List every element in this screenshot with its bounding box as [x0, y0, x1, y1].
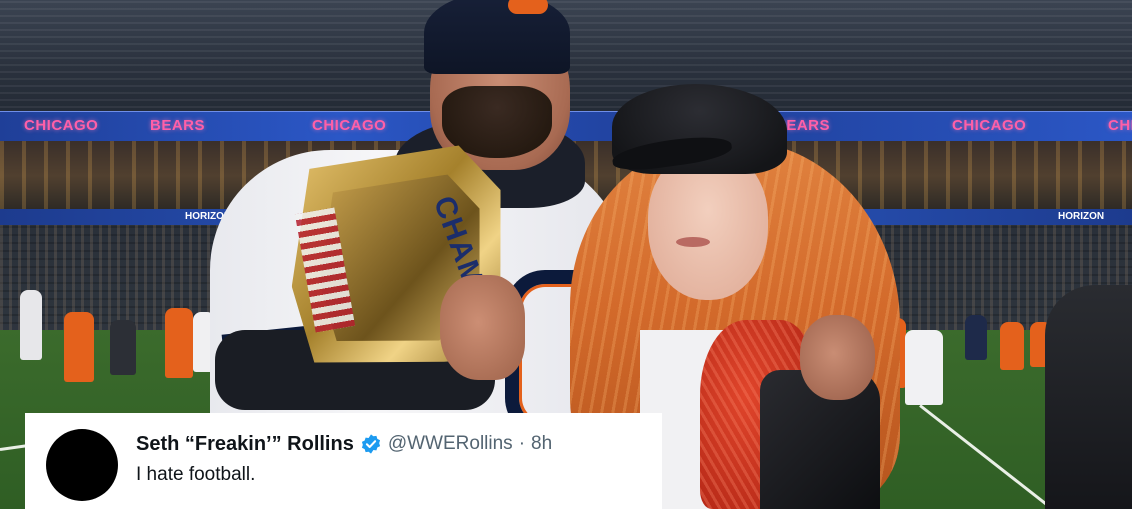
lips: [676, 237, 710, 247]
banner-text: CHICAGO: [24, 117, 99, 134]
tweet-card[interactable]: [25, 413, 662, 509]
verified-badge-icon: [361, 434, 380, 454]
handle[interactable]: @WWERollins: [388, 433, 513, 455]
tweet-header: Seth “Freakin’” Rollins @WWERollins · 8h: [136, 432, 552, 456]
tweet-text: I hate football.: [136, 464, 256, 485]
banner-text: CHICAGO: [1108, 117, 1132, 134]
background-player: [1000, 322, 1024, 370]
hand-on-shoulder: [800, 315, 875, 400]
background-player: [20, 290, 42, 360]
banner-text: CHICAGO: [312, 117, 387, 134]
ribbon-text: HORIZON: [1058, 211, 1105, 222]
beanie: [424, 0, 570, 74]
background-player: [110, 320, 136, 375]
timestamp[interactable]: 8h: [531, 433, 552, 455]
display-name[interactable]: Seth “Freakin’” Rollins: [136, 433, 354, 456]
bears-logo-icon: [508, 0, 548, 14]
person-at-edge: [1045, 285, 1132, 509]
background-player: [905, 330, 943, 405]
background-player: [64, 312, 94, 382]
background-player: [965, 315, 987, 360]
banner-text: BEARS: [150, 117, 206, 134]
separator: ·: [518, 433, 526, 454]
avatar[interactable]: [46, 429, 118, 501]
background-player: [165, 308, 193, 378]
thumbs-up-hand: [440, 275, 525, 380]
banner-text: CHICAGO: [952, 117, 1027, 134]
